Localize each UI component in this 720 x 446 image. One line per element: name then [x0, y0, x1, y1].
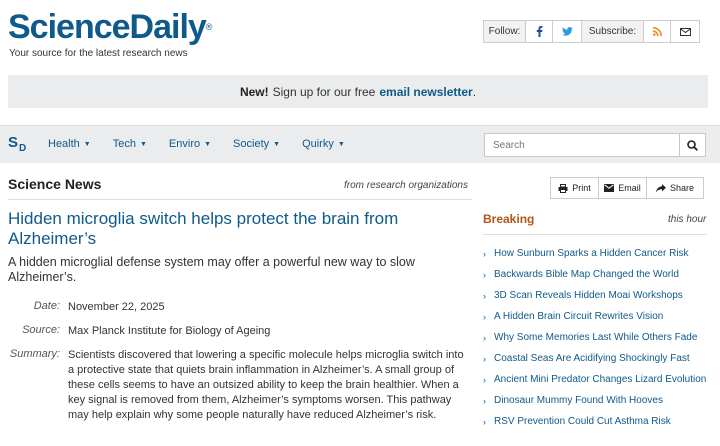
summary-value: Scientists discovered that lowering a sp… — [68, 349, 464, 421]
article-subheadline: A hidden microglial defense system may o… — [8, 255, 415, 284]
breaking-item[interactable]: › 3D Scan Reveals Hidden Moai Workshops — [483, 290, 711, 302]
rss-icon — [652, 27, 662, 36]
banner-new-label: New! — [239, 84, 269, 99]
email-label: Email — [618, 183, 641, 193]
envelope-icon — [679, 27, 691, 36]
divider — [483, 234, 707, 235]
caret-down-icon: ▼ — [83, 140, 91, 148]
source-label: Source: — [22, 324, 60, 336]
nav-item-tech[interactable]: Tech ▼ — [113, 138, 147, 150]
article-headline: Hidden microglia switch helps protect th… — [8, 209, 399, 248]
social-bar: Follow: Subscribe: — [483, 20, 700, 43]
email-subscribe-button[interactable] — [671, 21, 699, 42]
caret-down-icon: ▼ — [204, 140, 212, 148]
breaking-title: Breaking — [483, 212, 535, 226]
caret-down-icon: ▼ — [337, 140, 345, 148]
newsletter-link[interactable]: email newsletter — [379, 85, 472, 99]
chevron-right-icon: › — [483, 396, 486, 406]
search-button[interactable] — [679, 134, 705, 156]
breaking-item[interactable]: › How Sunburn Sparks a Hidden Cancer Risk — [483, 248, 711, 260]
site-logo[interactable]: ScienceDaily® — [8, 8, 212, 46]
envelope-icon — [604, 184, 615, 192]
breaking-item[interactable]: › Coastal Seas Are Acidifying Shockingly … — [483, 353, 711, 365]
print-button[interactable]: Print — [551, 178, 599, 198]
facebook-icon — [536, 26, 542, 37]
share-bar: Print Email Share — [550, 177, 704, 199]
chevron-right-icon: › — [483, 354, 486, 364]
chevron-right-icon: › — [483, 333, 486, 343]
print-label: Print — [572, 183, 591, 193]
breaking-item[interactable]: › Ancient Mini Predator Changes Lizard Ev… — [483, 374, 711, 386]
summary-label: Summary: — [9, 348, 60, 360]
printer-icon — [558, 183, 568, 193]
nav-item-health[interactable]: Health ▼ — [48, 138, 91, 150]
twitter-icon — [561, 27, 573, 36]
rss-button[interactable] — [644, 21, 671, 42]
twitter-button[interactable] — [553, 21, 582, 42]
chevron-right-icon: › — [483, 375, 486, 385]
section-title: Science News — [8, 176, 102, 192]
email-button[interactable]: Email — [599, 178, 647, 198]
chevron-right-icon: › — [483, 270, 486, 280]
date-label: Date: — [33, 300, 60, 312]
nav-item-enviro[interactable]: Enviro ▼ — [169, 138, 211, 150]
chevron-right-icon: › — [483, 291, 486, 301]
breaking-item[interactable]: › Backwards Bible Map Changed the World — [483, 269, 711, 281]
main-nav: SD Health ▼ Tech ▼ Enviro ▼ Society ▼ Quirky… — [0, 125, 720, 163]
chevron-right-icon: › — [483, 249, 486, 259]
registered-mark: ® — [205, 22, 213, 32]
follow-label: Follow: — [484, 21, 526, 42]
breaking-item[interactable]: › RSV Prevention Could Cut Asthma Risk — [483, 416, 711, 428]
facebook-button[interactable] — [526, 21, 553, 42]
caret-down-icon: ▼ — [139, 140, 147, 148]
breaking-list: › How Sunburn Sparks a Hidden Cancer Risk… — [483, 248, 711, 437]
nav-menu: Health ▼ Tech ▼ Enviro ▼ Society ▼ Quirky ▼ — [48, 138, 367, 150]
site-tagline: Your source for the latest research news — [9, 48, 188, 59]
divider — [8, 199, 472, 200]
newsletter-banner: New! Sign up for our free email newslett… — [8, 75, 708, 108]
search-icon — [687, 139, 698, 151]
source-value: Max Planck Institute for Biology of Agei… — [68, 325, 271, 337]
breaking-subtitle: this hour — [668, 214, 707, 225]
banner-suffix: . — [472, 84, 477, 99]
chevron-right-icon: › — [483, 312, 486, 322]
nav-item-society[interactable]: Society ▼ — [233, 138, 280, 150]
share-button[interactable]: Share — [647, 178, 703, 198]
breaking-item[interactable]: › Why Some Memories Last While Others Fad… — [483, 332, 711, 344]
banner-text: Sign up for our free — [272, 84, 376, 99]
nav-item-quirky[interactable]: Quirky ▼ — [302, 138, 345, 150]
date-value: November 22, 2025 — [68, 301, 165, 313]
subscribe-label: Subscribe: — [582, 21, 644, 42]
search-input[interactable] — [485, 134, 679, 156]
caret-down-icon: ▼ — [273, 140, 281, 148]
breaking-item[interactable]: › A Hidden Brain Circuit Rewrites Vision — [483, 311, 711, 323]
section-subtitle: from research organizations — [344, 180, 468, 191]
share-arrow-icon — [655, 183, 666, 192]
nav-logo[interactable]: SD — [8, 134, 26, 154]
breaking-item[interactable]: › Dinosaur Mummy Found With Hooves — [483, 395, 711, 407]
share-label: Share — [669, 183, 695, 193]
chevron-right-icon: › — [483, 417, 486, 427]
search-box — [484, 133, 706, 157]
